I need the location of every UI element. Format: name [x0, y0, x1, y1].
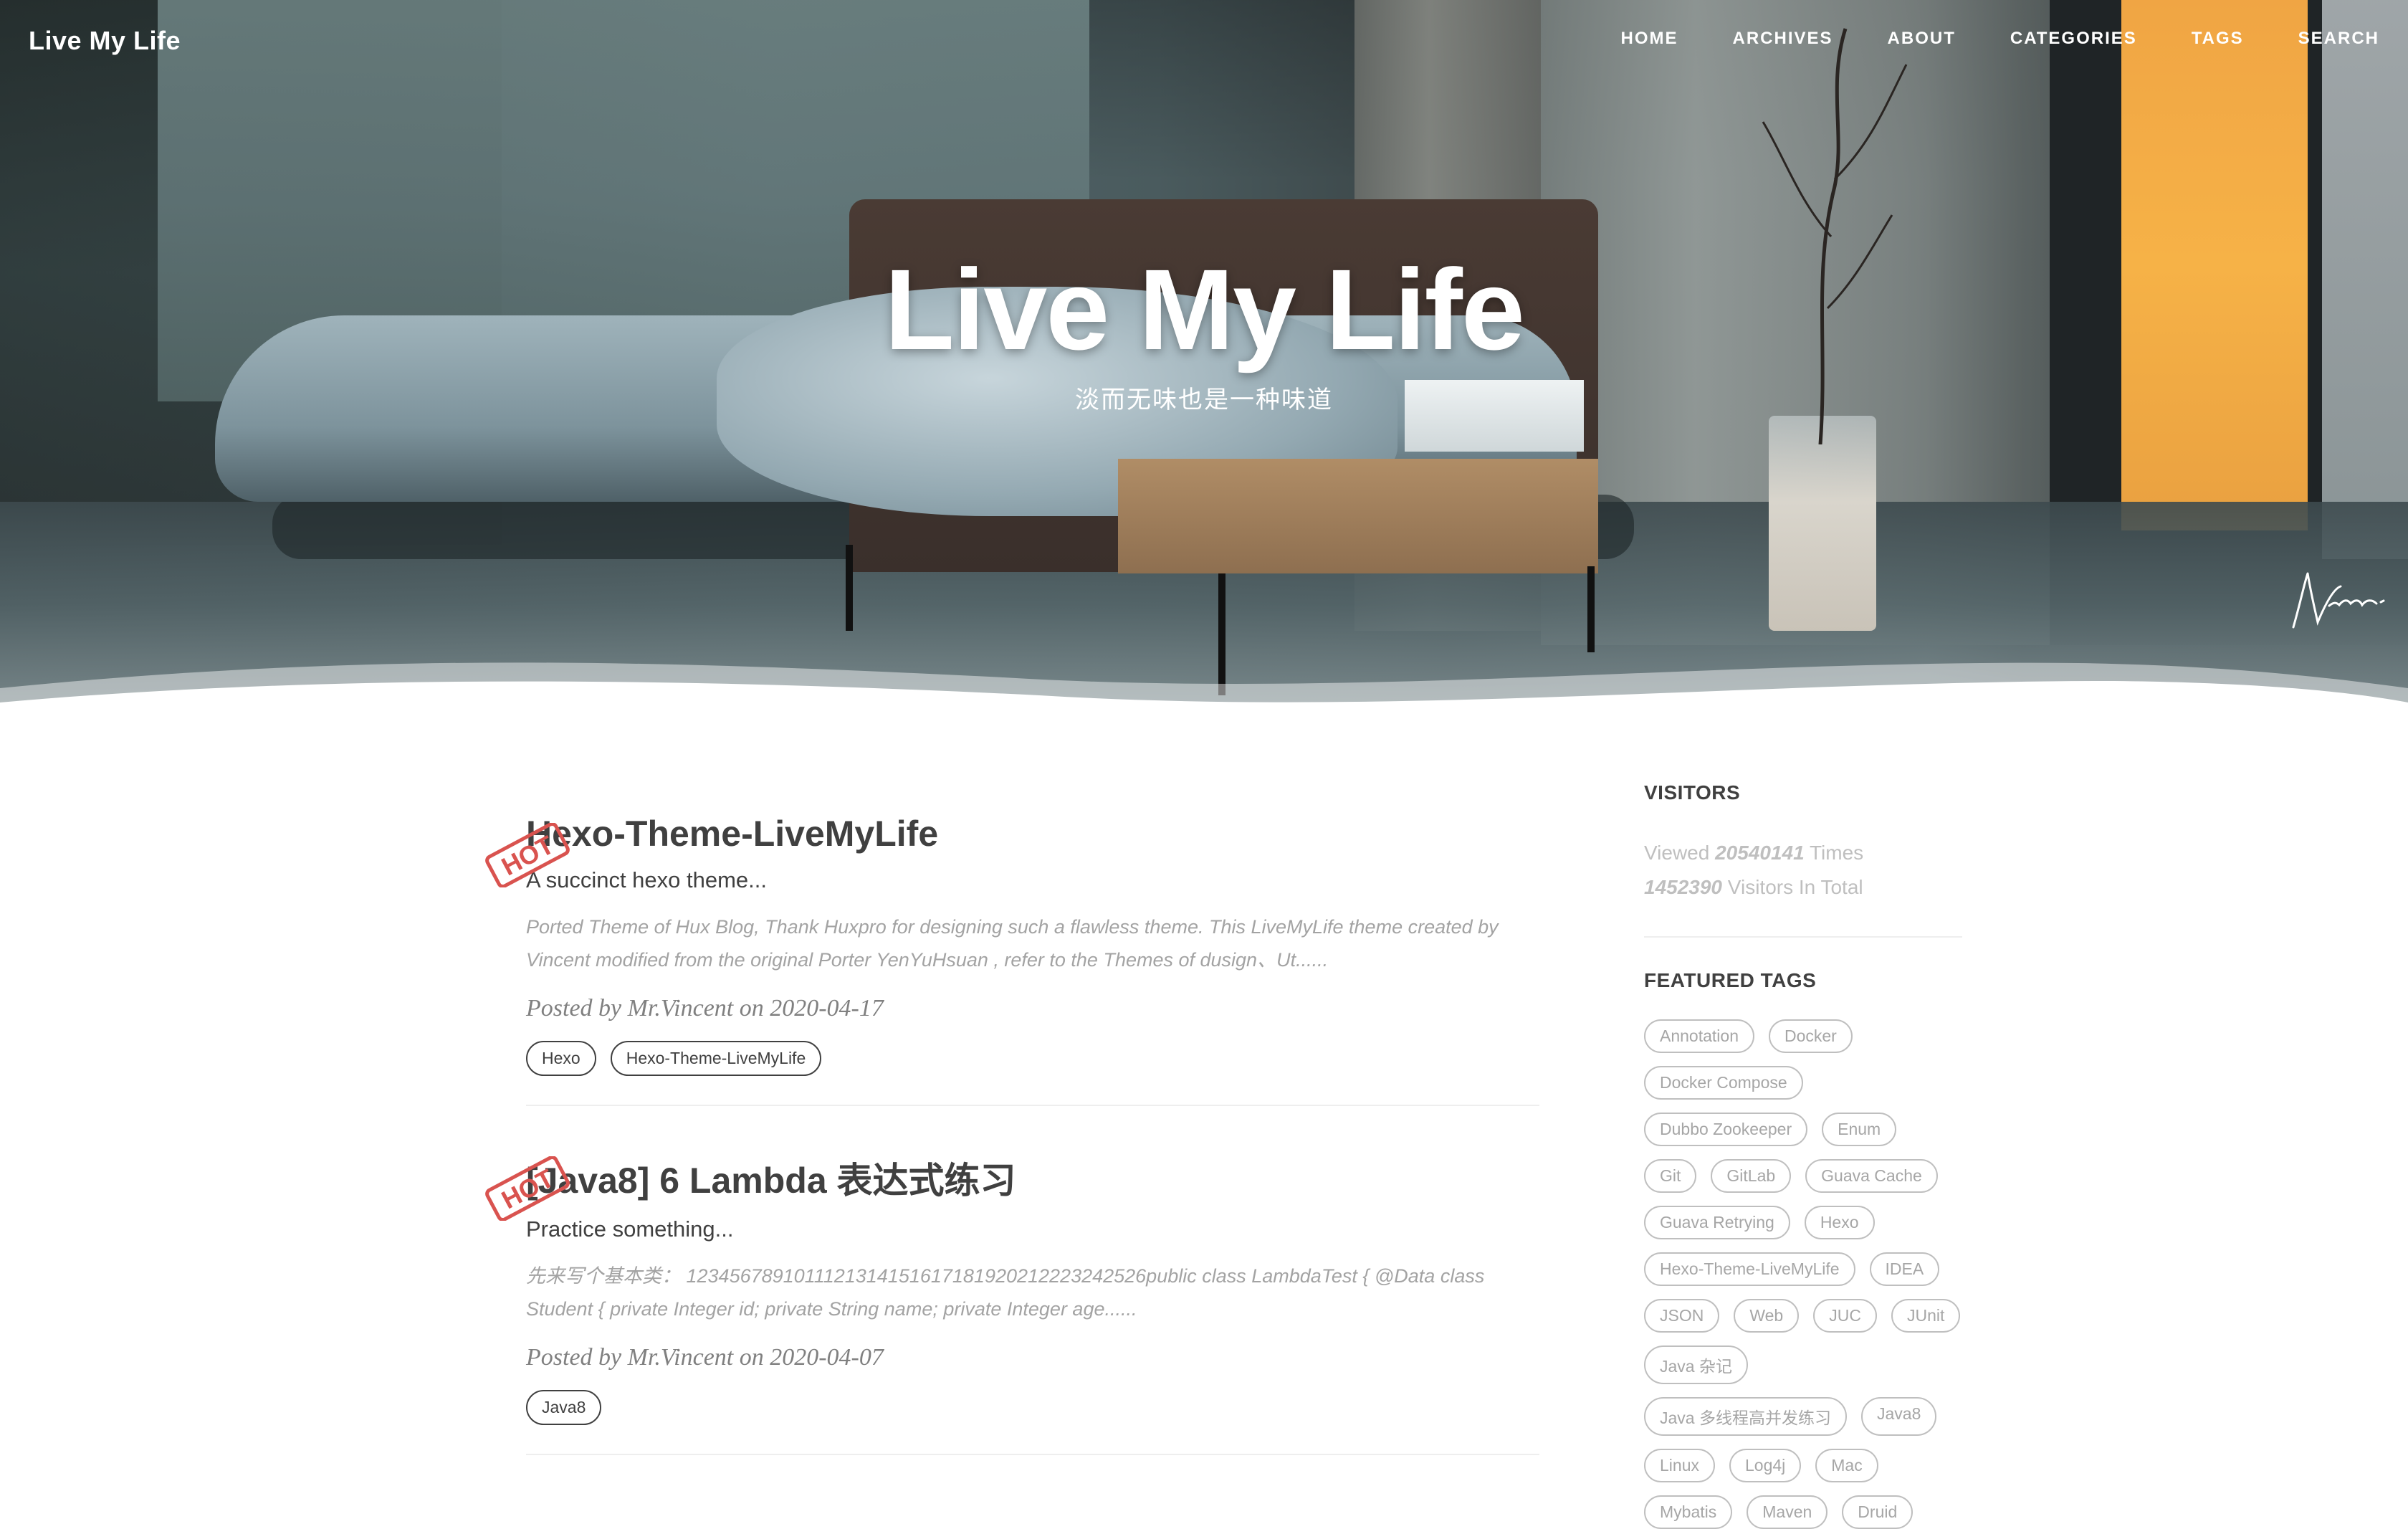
featured-tag-link[interactable]: JUnit: [1891, 1299, 1961, 1333]
sidebar-divider: [1644, 936, 1962, 938]
featured-tag-link[interactable]: Java 多线程高并发练习: [1644, 1397, 1847, 1436]
nav-home[interactable]: HOME: [1621, 29, 1678, 49]
branches-decor: [1762, 28, 1908, 444]
post-tag-link[interactable]: Hexo: [526, 1041, 596, 1076]
post-meta: Posted by Mr.Vincent on 2020-04-07: [526, 1344, 884, 1371]
hero-wave-divider: [0, 662, 2408, 724]
featured-tag-link[interactable]: Java8: [1860, 1397, 1937, 1436]
post-tags: Hexo Hexo-Theme-LiveMyLife: [526, 1041, 1539, 1076]
featured-tag-link[interactable]: Linux: [1644, 1449, 1715, 1482]
nav-tags[interactable]: TAGS: [2192, 29, 2244, 49]
featured-tag-link[interactable]: JSON: [1644, 1299, 1720, 1333]
viewed-count: 20540141: [1715, 842, 1805, 864]
featured-tag-link[interactable]: Guava Cache: [1805, 1159, 1938, 1193]
featured-tag-link[interactable]: Druid: [1842, 1495, 1914, 1529]
post-list: HOT Hexo-Theme-LiveMyLife A succinct hex…: [485, 760, 1539, 1487]
post-tags: Java8: [526, 1390, 1539, 1425]
featured-tag-link[interactable]: Web: [1734, 1299, 1800, 1333]
signature-logo: [2292, 572, 2385, 629]
bed-leg: [1587, 566, 1595, 652]
post-tag-link[interactable]: Java8: [526, 1390, 602, 1425]
featured-tag-link[interactable]: Mybatis: [1644, 1495, 1733, 1529]
site-brand-link[interactable]: Live My Life: [29, 26, 181, 56]
sidebar: VISITORS Viewed 20540141 Times 1452390 V…: [1644, 781, 1962, 1529]
featured-tag-link[interactable]: Hexo-Theme-LiveMyLife: [1644, 1252, 1855, 1286]
featured-tag-link[interactable]: GitLab: [1711, 1159, 1792, 1193]
featured-tag-link[interactable]: Guava Retrying: [1644, 1206, 1790, 1239]
visitors-heading: VISITORS: [1644, 781, 1741, 804]
visitors-stat: 1452390 Visitors In Total: [1644, 870, 1962, 905]
post-preview: HOT [Java8] 6 Lambda 表达式练习 Practice some…: [485, 1152, 1539, 1455]
featured-tag-link[interactable]: Docker: [1768, 1019, 1853, 1053]
post-subtitle: A succinct hexo theme...: [526, 867, 768, 892]
visitors-suffix: Visitors In Total: [1727, 876, 1863, 898]
post-subtitle: Practice something...: [526, 1216, 734, 1242]
nav-about[interactable]: ABOUT: [1888, 29, 1956, 49]
featured-tag-link[interactable]: Mac: [1815, 1449, 1878, 1482]
vase: [1769, 416, 1876, 631]
bed-leg: [846, 545, 853, 631]
featured-tag-link[interactable]: Hexo: [1804, 1206, 1875, 1239]
featured-tag-link[interactable]: Log4j: [1729, 1449, 1802, 1482]
featured-tag-link[interactable]: Docker Compose: [1644, 1066, 1803, 1100]
hero-banner: Live My Life HOME ARCHIVES ABOUT CATEGOR…: [0, 0, 2408, 724]
hero-subtitle: 淡而无味也是一种味道: [1075, 386, 1333, 414]
visitors-count: 1452390: [1644, 876, 1723, 898]
featured-tag-link[interactable]: Maven: [1747, 1495, 1828, 1529]
featured-tag-link[interactable]: Enum: [1822, 1113, 1897, 1146]
hot-stamp-icon: HOT: [485, 1156, 570, 1221]
viewed-prefix: Viewed: [1644, 842, 1710, 864]
post-title-link[interactable]: [Java8] 6 Lambda 表达式练习: [526, 1152, 1539, 1204]
nav-archives[interactable]: ARCHIVES: [1733, 29, 1833, 49]
featured-tag-link[interactable]: Git: [1644, 1159, 1697, 1193]
nav-search[interactable]: SEARCH: [2298, 29, 2379, 49]
hot-stamp-icon: HOT: [485, 823, 570, 887]
featured-tags-heading: FEATURED TAGS: [1644, 969, 1817, 991]
featured-tag-link[interactable]: Java 杂记: [1644, 1345, 1748, 1384]
hero-title: Live My Life: [884, 245, 1525, 373]
post-tag-link[interactable]: Hexo-Theme-LiveMyLife: [610, 1041, 822, 1076]
post-excerpt: 先来写个基本类： 1234567891011121314151617181920…: [526, 1265, 1485, 1320]
bed-frame: [1118, 459, 1598, 573]
post-preview: HOT Hexo-Theme-LiveMyLife A succinct hex…: [485, 813, 1539, 1106]
featured-tag-link[interactable]: JUC: [1813, 1299, 1877, 1333]
post-title-link[interactable]: Hexo-Theme-LiveMyLife: [526, 813, 1539, 854]
featured-tag-link[interactable]: IDEA: [1869, 1252, 1940, 1286]
post-meta: Posted by Mr.Vincent on 2020-04-17: [526, 995, 884, 1021]
post-excerpt: Ported Theme of Hux Blog, Thank Huxpro f…: [526, 916, 1499, 971]
featured-tag-link[interactable]: Annotation: [1644, 1019, 1754, 1053]
viewed-stat: Viewed 20540141 Times: [1644, 836, 1962, 870]
featured-tags-cloud: Annotation Docker Docker Compose Dubbo Z…: [1644, 1019, 1962, 1529]
top-nav: HOME ARCHIVES ABOUT CATEGORIES TAGS SEAR…: [1621, 29, 2380, 49]
nav-categories[interactable]: CATEGORIES: [2010, 29, 2137, 49]
viewed-suffix: Times: [1809, 842, 1864, 864]
featured-tag-link[interactable]: Dubbo Zookeeper: [1644, 1113, 1808, 1146]
